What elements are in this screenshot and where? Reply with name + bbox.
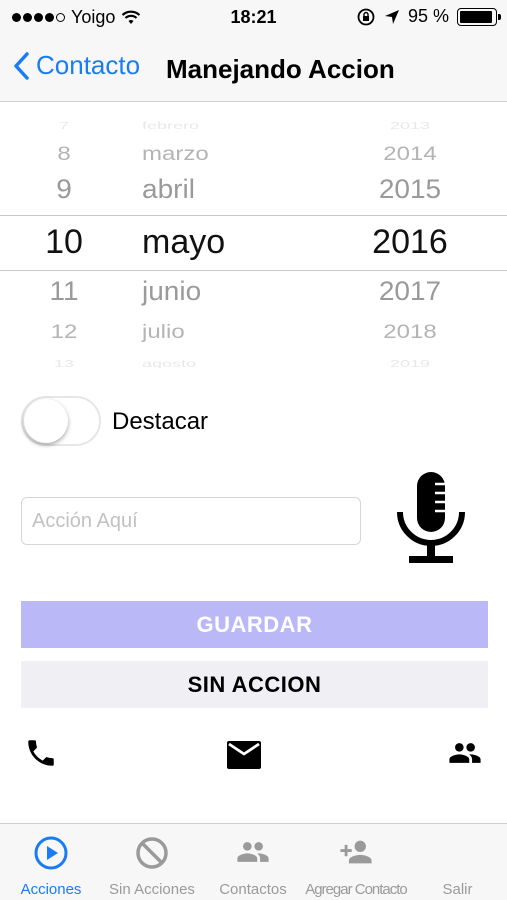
location-arrow-icon: [384, 9, 399, 24]
microphone-icon[interactable]: [395, 468, 467, 568]
tab-agregar-contacto[interactable]: Agregar Contacto: [304, 824, 408, 900]
status-right: 95 %: [356, 6, 501, 27]
navigation-bar: Contacto Manejando Accion: [0, 34, 507, 102]
picker-day: 8: [57, 143, 71, 165]
picker-day: 13: [53, 358, 75, 368]
screen: Yoigo 18:21 95 % Contacto Manejando Acci…: [0, 0, 507, 900]
battery-percent: 95 %: [407, 6, 449, 26]
picker-year: 2018: [383, 321, 437, 343]
picker-month: agosto: [142, 358, 197, 368]
picker-month: marzo: [142, 143, 209, 165]
person-add-icon: [340, 840, 372, 864]
picker-row[interactable]: 12 julio 2018: [0, 321, 507, 353]
picker-row[interactable]: 8 marzo 2014: [0, 143, 507, 175]
people-icon: [237, 842, 269, 862]
tab-label: Salir: [442, 881, 473, 898]
toggle-knob[interactable]: [24, 399, 68, 443]
tab-label: Sin Acciones: [109, 881, 195, 898]
picker-year: 2014: [383, 143, 437, 165]
picker-year: 2016: [372, 223, 448, 261]
picker-month: mayo: [142, 223, 226, 261]
picker-month: febrero: [142, 120, 200, 131]
status-bar: Yoigo 18:21 95 %: [0, 0, 507, 34]
phone-icon[interactable]: [24, 736, 58, 770]
picker-month: abril: [142, 174, 195, 204]
picker-row[interactable]: 13 agosto 2019: [0, 358, 507, 368]
tab-label: Acciones: [20, 881, 82, 898]
picker-row[interactable]: 7 febrero 2013: [0, 120, 507, 142]
picker-year: 2017: [378, 276, 442, 306]
tab-salir[interactable]: Salir: [408, 824, 507, 900]
back-button[interactable]: Contacto: [12, 50, 140, 81]
tab-sin-acciones[interactable]: Sin Acciones: [102, 824, 202, 900]
picker-row[interactable]: 9 abril 2015: [0, 174, 507, 212]
back-button-label: Contacto: [36, 50, 141, 80]
block-icon: [136, 837, 168, 869]
mail-icon[interactable]: [226, 740, 262, 770]
picker-month: junio: [142, 276, 202, 306]
picker-day: 12: [50, 321, 78, 343]
tab-label: Contactos: [219, 881, 287, 898]
save-button[interactable]: GUARDAR: [21, 601, 488, 648]
play-circle-icon: [34, 836, 68, 870]
picker-day: 7: [58, 120, 69, 131]
picker-year: 2019: [389, 358, 431, 368]
picker-year: 2013: [389, 120, 431, 131]
battery-fill: [460, 10, 493, 23]
people-icon[interactable]: [446, 736, 484, 770]
destacar-toggle[interactable]: [21, 396, 101, 446]
tab-acciones[interactable]: Acciones: [0, 824, 102, 900]
chevron-left-icon: [14, 51, 29, 80]
battery-icon: [457, 7, 501, 26]
page-title: Manejando Accion: [166, 54, 395, 84]
action-input[interactable]: [21, 497, 361, 545]
tab-contactos[interactable]: Contactos: [202, 824, 304, 900]
tab-bar: Acciones Sin Acciones Contactos Agregar …: [0, 823, 507, 900]
destacar-label: Destacar: [112, 408, 209, 435]
date-picker[interactable]: 7 febrero 2013 8 marzo 2014 9 abril 2015 10 mayo 20…: [0, 103, 507, 368]
tab-label: Agregar Contacto: [305, 881, 408, 898]
rotation-lock-icon: [357, 8, 375, 25]
picker-day: 10: [45, 223, 83, 261]
picker-year: 2015: [378, 174, 442, 204]
no-action-button[interactable]: SIN ACCION: [21, 661, 488, 708]
picker-row-selected[interactable]: 10 mayo 2016: [0, 223, 507, 263]
picker-day: 11: [49, 276, 79, 306]
picker-row[interactable]: 11 junio 2017: [0, 276, 507, 314]
picker-day: 9: [56, 174, 72, 204]
picker-month: julio: [142, 321, 185, 343]
